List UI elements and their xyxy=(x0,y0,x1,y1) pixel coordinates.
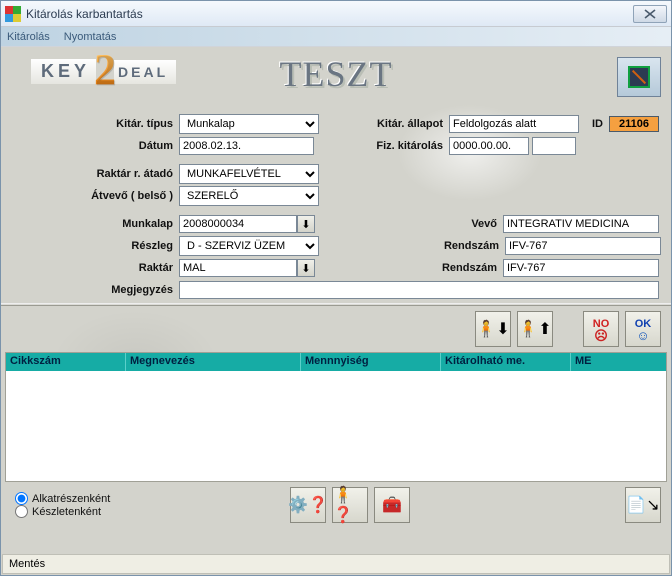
close-button[interactable] xyxy=(633,5,667,23)
toolbar-mid: 🧍⬇ 🧍⬆ NO ☹ OK ☺ xyxy=(1,306,671,352)
title-teszt: TESZT xyxy=(280,53,393,95)
brand-text-deal: DEAL xyxy=(114,60,176,84)
ok-button[interactable]: OK ☺ xyxy=(625,311,661,347)
label-megjegyzes: Megjegyzés xyxy=(9,284,179,296)
id-badge: 21106 xyxy=(609,116,659,132)
input-raktar[interactable] xyxy=(179,259,297,277)
col-megnevezes[interactable]: Megnevezés xyxy=(126,353,301,371)
input-fiz-extra[interactable] xyxy=(532,137,576,155)
worker-in-icon: 🧍⬇ xyxy=(476,319,509,339)
worker-out-icon: 🧍⬆ xyxy=(518,319,551,339)
col-cikkszam[interactable]: Cikkszám xyxy=(6,353,126,371)
tools-button[interactable]: 🧰 xyxy=(374,487,410,523)
title-bar: Kitárolás karbantartás xyxy=(1,1,671,27)
menu-item-kitarolas[interactable]: Kitárolás xyxy=(7,31,50,43)
sad-face-icon: ☹ xyxy=(594,330,608,341)
list-arrow-icon: 📄↘ xyxy=(626,495,659,515)
label-atvevo: Átvevő ( belső ) xyxy=(9,190,179,202)
tools-icon: 🧰 xyxy=(382,495,402,515)
menu-item-nyomtatas[interactable]: Nyomtatás xyxy=(64,31,117,43)
view-radios: Alkatrészenként Készletenként xyxy=(15,492,110,518)
select-reszleg[interactable]: D - SZERVIZ ÜZEM xyxy=(179,236,319,256)
brand-logo: KEY 2 DEAL xyxy=(31,59,176,84)
gear-help-icon: ⚙️❓ xyxy=(288,495,328,515)
input-kitar-allapot[interactable] xyxy=(449,115,579,133)
label-munkalap: Munkalap xyxy=(9,218,179,230)
col-me[interactable]: ME xyxy=(571,353,666,371)
select-raktar-atado[interactable]: MUNKAFELVÉTEL xyxy=(179,164,319,184)
brand-text-key: KEY xyxy=(31,59,96,84)
label-fiz-kitarolas: Fiz. kitárolás xyxy=(314,140,449,152)
input-megjegyzes[interactable] xyxy=(179,281,659,299)
label-raktar-atado: Raktár r. átadó xyxy=(9,168,179,180)
radio-alkatreszenkent[interactable]: Alkatrészenként xyxy=(15,492,110,505)
select-kitar-tipus[interactable]: Munkalap xyxy=(179,114,319,134)
input-rendszam2[interactable] xyxy=(503,259,659,277)
toolbar-right: 📄↘ xyxy=(625,487,661,523)
label-kitar-tipus: Kitár. típus xyxy=(9,118,179,130)
brand-text-two: 2 xyxy=(94,55,116,86)
no-button[interactable]: NO ☹ xyxy=(583,311,619,347)
input-fiz-kitarolas[interactable] xyxy=(449,137,529,155)
window-title: Kitárolás karbantartás xyxy=(26,7,143,21)
input-datum[interactable] xyxy=(179,137,314,155)
label-reszleg: Részleg xyxy=(9,240,179,252)
col-mennyiseg[interactable]: Mennnyiség xyxy=(301,353,441,371)
toolbar-center: ⚙️❓ 🧍❓ 🧰 xyxy=(290,487,410,523)
menu-bar: Kitárolás Nyomtatás xyxy=(1,27,671,47)
label-vevo: Vevő xyxy=(315,218,503,230)
input-vevo[interactable] xyxy=(503,215,659,233)
label-rendszam1: Rendszám xyxy=(319,240,505,252)
input-munkalap[interactable] xyxy=(179,215,297,233)
gear-help-button[interactable]: ⚙️❓ xyxy=(290,487,326,523)
happy-face-icon: ☺ xyxy=(636,330,649,341)
body: KEY 2 DEAL TESZT Kitár. típus Munkalap K… xyxy=(1,47,671,575)
picker-raktar[interactable]: ⬇ xyxy=(297,259,315,277)
label-kitar-allapot: Kitár. állapot xyxy=(319,118,449,130)
picker-munkalap[interactable]: ⬇ xyxy=(297,215,315,233)
list-arrow-button[interactable]: 📄↘ xyxy=(625,487,661,523)
col-kitarolhato[interactable]: Kitárolható me. xyxy=(441,353,571,371)
label-id: ID xyxy=(579,118,609,130)
item-grid[interactable]: Cikkszám Megnevezés Mennnyiség Kitárolha… xyxy=(5,352,667,482)
app-icon xyxy=(5,6,21,22)
select-atvevo[interactable]: SZERELŐ xyxy=(179,186,319,206)
toolbar-bottom: Alkatrészenként Készletenként ⚙️❓ 🧍❓ 🧰 📄… xyxy=(1,482,671,530)
close-icon xyxy=(644,9,656,19)
grid-header: Cikkszám Megnevezés Mennnyiség Kitárolha… xyxy=(6,353,666,371)
label-datum: Dátum xyxy=(9,140,179,152)
status-text: Mentés xyxy=(9,558,45,570)
status-bar: Mentés xyxy=(2,554,670,574)
radio-keszletenkent[interactable]: Készletenként xyxy=(15,505,110,518)
label-raktar: Raktár xyxy=(9,262,179,274)
worker-out-button[interactable]: 🧍⬆ xyxy=(517,311,553,347)
worker-help-button[interactable]: 🧍❓ xyxy=(332,487,368,523)
form-top: Kitár. típus Munkalap Kitár. állapot ID … xyxy=(1,107,671,303)
header: KEY 2 DEAL TESZT xyxy=(1,47,671,107)
label-rendszam2: Rendszám xyxy=(315,262,503,274)
worker-in-button[interactable]: 🧍⬇ xyxy=(475,311,511,347)
app-window: Kitárolás karbantartás Kitárolás Nyomtat… xyxy=(0,0,672,576)
edit-button[interactable] xyxy=(617,57,661,97)
input-rendszam1[interactable] xyxy=(505,237,661,255)
worker-help-icon: 🧍❓ xyxy=(333,485,367,525)
